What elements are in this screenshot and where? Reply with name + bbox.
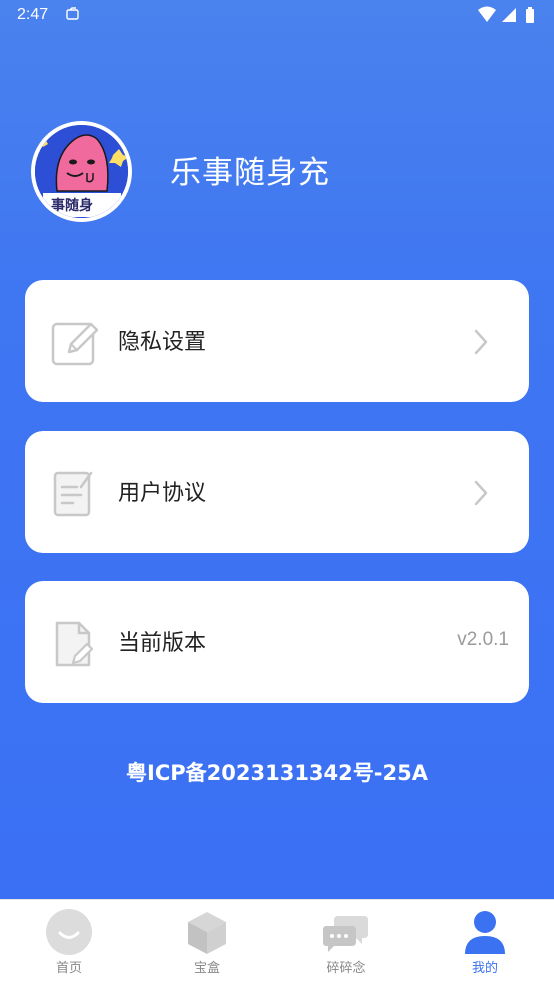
menu-item-label: 当前版本	[118, 631, 207, 656]
nav-label: 首页	[55, 961, 82, 976]
status-indicators	[478, 6, 534, 23]
chat-bubbles-icon	[323, 916, 368, 952]
notification-icon	[66, 7, 79, 20]
chevron-right-icon	[474, 480, 488, 506]
box-icon	[188, 912, 226, 954]
app-name: 乐事随身充	[170, 155, 330, 191]
nav-item-box[interactable]: 宝盒	[138, 900, 276, 984]
menu-item-label: 隐私设置	[118, 330, 207, 355]
menu-item-current-version[interactable]: 当前版本 v2.0.1	[25, 581, 529, 703]
edit-icon	[51, 322, 99, 366]
document-icon	[53, 471, 93, 517]
nav-item-mine[interactable]: 我的	[416, 900, 554, 984]
version-value: v2.0.1	[457, 629, 509, 650]
file-edit-icon	[55, 621, 94, 667]
user-icon	[465, 911, 505, 954]
bottom-nav: 首页 宝盒 碎碎念 我的	[0, 899, 554, 984]
home-face-icon	[46, 909, 92, 955]
menu-item-label: 用户协议	[118, 481, 207, 506]
status-bar: 2:47	[0, 0, 554, 30]
signal-icon	[502, 8, 516, 22]
wifi-icon	[478, 6, 496, 22]
menu-item-privacy-settings[interactable]: 隐私设置	[25, 280, 529, 402]
icp-license: 粤ICP备2023131342号-25A	[126, 761, 428, 785]
menu-item-user-agreement[interactable]: 用户协议	[25, 431, 529, 553]
status-time: 2:47	[17, 6, 49, 23]
avatar-text: 事随身	[51, 198, 93, 214]
battery-icon	[526, 7, 534, 23]
avatar[interactable]: 事随身	[31, 121, 132, 222]
nav-label: 碎碎念	[326, 961, 366, 976]
nav-item-chatter[interactable]: 碎碎念	[277, 900, 415, 984]
avatar-image: 事随身	[35, 125, 128, 218]
nav-item-home[interactable]: 首页	[0, 900, 138, 984]
chevron-right-icon	[474, 329, 488, 355]
nav-label: 宝盒	[193, 961, 220, 976]
nav-label: 我的	[471, 961, 498, 976]
